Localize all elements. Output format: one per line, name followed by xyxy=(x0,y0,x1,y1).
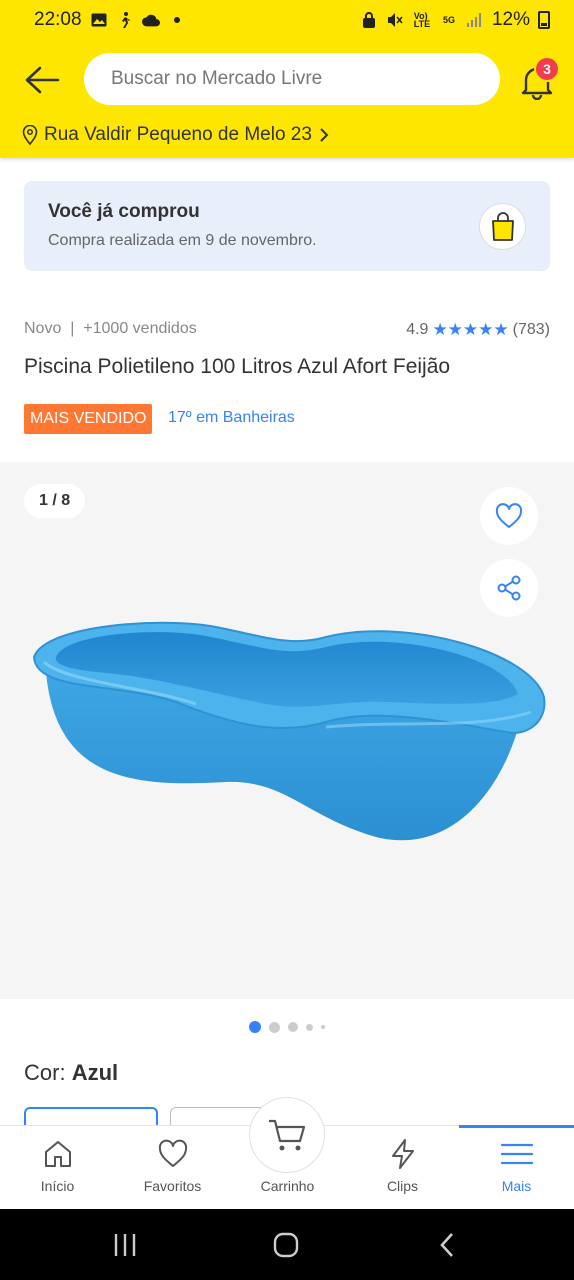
rating[interactable]: 4.9 ★★★★★ (783) xyxy=(406,320,550,340)
pagination-dot xyxy=(269,1021,280,1033)
lightning-icon xyxy=(391,1139,414,1169)
image-icon xyxy=(90,12,108,28)
nav-favorites[interactable]: Favoritos xyxy=(115,1126,230,1210)
signal-icon xyxy=(466,12,484,28)
search-placeholder: Buscar no Mercado Livre xyxy=(111,68,323,89)
nav-cart-label[interactable]: Carrinho xyxy=(230,1126,345,1210)
5g-icon: 5G xyxy=(442,15,455,25)
bottom-navigation: Início Favoritos Carrinho Clips Mais xyxy=(0,1097,574,1210)
address-text: Rua Valdir Pequeno de Melo 23 xyxy=(44,124,312,145)
chevron-right-icon xyxy=(320,128,329,142)
product-image-pool xyxy=(32,621,546,841)
mute-icon xyxy=(386,12,404,28)
share-button[interactable] xyxy=(480,559,538,617)
review-count: (783) xyxy=(512,321,550,338)
battery-percent: 12% xyxy=(491,9,530,30)
share-icon xyxy=(497,575,521,601)
favorite-button[interactable] xyxy=(480,487,538,545)
clock: 22:08 xyxy=(34,9,82,30)
purchase-notice-title: Você já comprou xyxy=(48,201,200,222)
image-counter: 1 / 8 xyxy=(24,484,86,518)
pagination-dot xyxy=(306,1023,313,1031)
back-button[interactable] xyxy=(22,62,62,98)
condition-and-sales: Novo | +1000 vendidos xyxy=(24,320,197,337)
cloud-icon xyxy=(141,12,160,28)
home-button-icon[interactable] xyxy=(272,1231,300,1259)
location-pin-icon xyxy=(22,125,38,145)
lock-icon xyxy=(360,12,378,28)
gallery-pagination xyxy=(0,1021,574,1033)
dot-icon xyxy=(168,12,186,28)
system-navigation-bar xyxy=(0,1209,574,1280)
address-selector[interactable]: Rua Valdir Pequeno de Melo 23 xyxy=(22,120,330,150)
notification-badge: 3 xyxy=(534,56,560,82)
shopping-bag-icon xyxy=(479,203,526,250)
purchase-notice-card[interactable]: Você já comprou Compra realizada em 9 de… xyxy=(24,181,550,271)
rating-value: 4.9 xyxy=(406,321,429,338)
nav-clips[interactable]: Clips xyxy=(345,1126,460,1210)
volte-icon: Vo) LTE xyxy=(413,11,431,29)
battery-icon xyxy=(538,11,550,29)
back-nav-icon[interactable] xyxy=(436,1231,458,1259)
nav-more[interactable]: Mais xyxy=(459,1126,574,1210)
nav-home[interactable]: Início xyxy=(0,1126,115,1210)
app-header: Buscar no Mercado Livre 3 Rua Valdir Peq… xyxy=(0,40,574,158)
search-input[interactable]: Buscar no Mercado Livre xyxy=(84,53,500,105)
menu-icon xyxy=(500,1143,533,1165)
recent-apps-icon[interactable] xyxy=(112,1232,138,1258)
purchase-notice-subtitle: Compra realizada em 9 de novembro. xyxy=(48,232,317,249)
product-gallery[interactable]: 1 / 8 xyxy=(0,462,574,999)
pagination-dot-active xyxy=(249,1021,261,1033)
pagination-dot xyxy=(288,1022,298,1032)
color-label: Cor: Azul xyxy=(24,1060,119,1085)
home-icon xyxy=(44,1141,71,1167)
arrow-left-icon xyxy=(25,66,60,94)
color-value: Azul xyxy=(71,1060,119,1085)
status-bar: 22:08 Vo) LTE 5G 12% xyxy=(0,0,574,40)
best-seller-tag: MAIS VENDIDO xyxy=(24,404,153,434)
heart-icon xyxy=(495,503,523,528)
pagination-dot xyxy=(321,1025,325,1029)
walking-icon xyxy=(116,12,134,28)
heart-icon xyxy=(158,1139,187,1167)
product-title: Piscina Polietileno 100 Litros Azul Afor… xyxy=(24,355,451,378)
rating-stars-icon: ★★★★★ xyxy=(432,320,509,339)
category-ranking-link[interactable]: 17º em Banheiras xyxy=(168,409,295,427)
